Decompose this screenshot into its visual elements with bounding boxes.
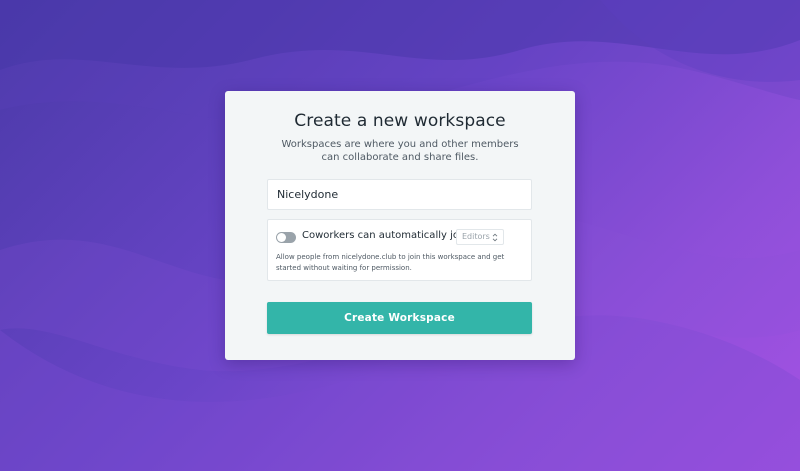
- auto-join-help-text: Allow people from nicelydone.club to joi…: [276, 253, 505, 272]
- sort-chevrons-icon: [492, 233, 498, 242]
- dialog-subtitle: Workspaces are where you and other membe…: [281, 139, 519, 163]
- role-select-value: Editors: [462, 232, 490, 241]
- create-workspace-dialog: Create a new workspace Workspaces are wh…: [225, 91, 575, 360]
- toggle-switch-icon: [277, 233, 286, 242]
- role-select[interactable]: Editors: [456, 229, 504, 245]
- auto-join-toggle[interactable]: [276, 232, 296, 243]
- create-workspace-button[interactable]: Create Workspace: [267, 302, 532, 334]
- dialog-title: Create a new workspace: [294, 111, 506, 131]
- auto-join-panel: Coworkers can automatically join as Edit…: [267, 219, 532, 281]
- workspace-name-input[interactable]: [267, 179, 532, 210]
